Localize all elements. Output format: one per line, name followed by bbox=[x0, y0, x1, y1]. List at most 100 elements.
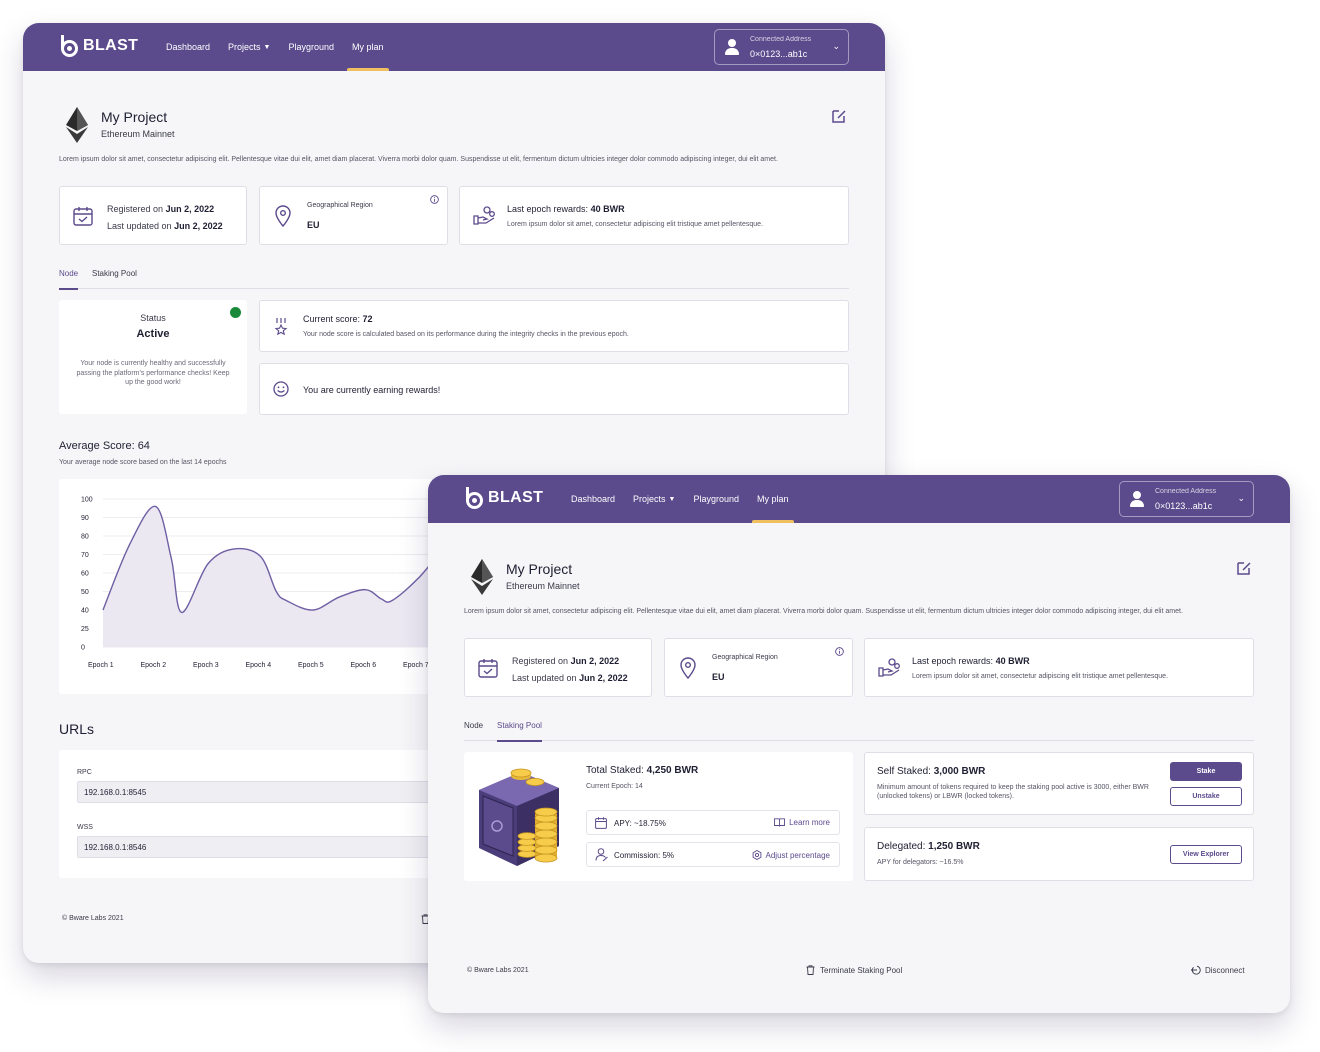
x-tick-label: Epoch 1 bbox=[88, 662, 114, 669]
nav-projects[interactable]: Projects ▼ bbox=[228, 23, 270, 71]
ethereum-icon bbox=[66, 107, 88, 143]
connected-address-label: Connected Address bbox=[1155, 488, 1217, 495]
nav-playground[interactable]: Playground bbox=[288, 23, 334, 71]
blast-logo-icon bbox=[464, 487, 484, 509]
nav-projects[interactable]: Projects ▼ bbox=[633, 475, 675, 523]
connected-address-dropdown[interactable]: Connected Address 0×0123...ab1c ⌄ bbox=[1119, 481, 1254, 517]
updated-label: Last updated on bbox=[512, 673, 577, 683]
total-staked-label: Total Staked: bbox=[586, 765, 644, 776]
chevron-down-icon: ⌄ bbox=[832, 41, 840, 51]
user-percent-icon bbox=[595, 848, 608, 862]
tab-bar: Node Staking Pool bbox=[464, 721, 1254, 742]
nav-my-plan[interactable]: My plan bbox=[752, 475, 793, 523]
learn-more-link[interactable]: Learn more bbox=[774, 818, 830, 827]
average-score-title: Average Score: 64 bbox=[59, 440, 150, 452]
nav-label: Playground bbox=[693, 494, 740, 504]
nav-my-plan[interactable]: My plan bbox=[347, 23, 388, 71]
adjust-percentage-link[interactable]: Adjust percentage bbox=[752, 850, 831, 860]
last-updated: Last updated on Jun 2, 2022 bbox=[107, 221, 223, 231]
smile-icon bbox=[273, 381, 289, 397]
total-staked-value: 4,250 BWR bbox=[646, 765, 699, 776]
tab-node[interactable]: Node bbox=[59, 269, 79, 290]
book-icon bbox=[774, 818, 786, 827]
logo-text: BLAST bbox=[488, 489, 544, 506]
wss-label: WSS bbox=[77, 824, 93, 831]
earning-text: You are currently earning rewards! bbox=[303, 385, 441, 395]
rewards-card: Last epoch rewards: 40 BWR Lorem ipsum d… bbox=[864, 638, 1254, 697]
map-pin-icon bbox=[680, 657, 696, 679]
calendar-icon bbox=[73, 207, 93, 226]
self-staked-card: Self Staked: 3,000 BWR Minimum amount of… bbox=[864, 752, 1254, 815]
edit-icon[interactable] bbox=[1236, 560, 1252, 576]
x-tick-label: Epoch 4 bbox=[246, 662, 272, 669]
self-staked-value: 3,000 BWR bbox=[933, 766, 986, 777]
y-tick-label: 40 bbox=[81, 608, 89, 615]
registration-card: Registered on Jun 2, 2022 Last updated o… bbox=[59, 186, 247, 245]
hand-coins-icon bbox=[473, 206, 495, 225]
current-score: Current score: 72 bbox=[303, 314, 373, 324]
urls-title: URLs bbox=[59, 721, 95, 737]
stake-button[interactable]: Stake bbox=[1170, 762, 1242, 781]
footer-copyright: © Bware Labs 2021 bbox=[62, 915, 124, 922]
status-card: Status Active Your node is currently hea… bbox=[59, 300, 247, 414]
self-staked: Self Staked: 3,000 BWR bbox=[877, 766, 985, 777]
logo[interactable]: BLAST bbox=[59, 35, 138, 57]
score-label: Current score: bbox=[303, 314, 361, 324]
info-icon[interactable] bbox=[430, 195, 439, 204]
registered-label: Registered on bbox=[107, 204, 164, 214]
rpc-url-field[interactable]: 192.168.0.1:8545 bbox=[77, 781, 477, 803]
user-icon bbox=[1130, 491, 1144, 507]
y-tick-label: 60 bbox=[81, 571, 89, 578]
registered-date: Jun 2, 2022 bbox=[570, 656, 620, 666]
rewards-title: Last epoch rewards: 40 BWR bbox=[507, 204, 625, 214]
nav-dashboard[interactable]: Dashboard bbox=[166, 23, 210, 71]
terminate-staking-pool-button[interactable]: Terminate Staking Pool bbox=[806, 965, 902, 975]
score-card: Current score: 72 Your node score is cal… bbox=[259, 300, 849, 352]
navbar: BLAST Dashboard Projects ▼ Playground My … bbox=[428, 475, 1290, 523]
y-tick-label: 70 bbox=[81, 552, 89, 559]
adjust-percentage-label: Adjust percentage bbox=[765, 850, 831, 860]
region-label: Geographical Region bbox=[307, 202, 373, 209]
project-description: Lorem ipsum dolor sit amet, consectetur … bbox=[59, 156, 778, 163]
footer-copyright: © Bware Labs 2021 bbox=[467, 967, 529, 974]
score-value: 72 bbox=[362, 314, 373, 324]
medal-icon bbox=[274, 318, 288, 335]
commission-row: Commission: 5% Adjust percentage bbox=[586, 842, 840, 867]
terminate-label: Terminate Staking Pool bbox=[820, 965, 903, 975]
logo[interactable]: BLAST bbox=[464, 487, 543, 509]
tab-staking-pool[interactable]: Staking Pool bbox=[92, 269, 137, 289]
unstake-button[interactable]: Unstake bbox=[1170, 787, 1242, 806]
project-description: Lorem ipsum dolor sit amet, consectetur … bbox=[464, 608, 1183, 615]
region-value: EU bbox=[712, 672, 725, 682]
delegated: Delegated: 1,250 BWR bbox=[877, 841, 980, 852]
logout-icon bbox=[1191, 965, 1201, 975]
region-value: EU bbox=[307, 220, 320, 230]
main-nav: Dashboard Projects ▼ Playground My plan bbox=[571, 475, 793, 523]
delegated-description: APY for delegators: ~16.5% bbox=[877, 859, 964, 866]
blast-logo-icon bbox=[59, 35, 79, 57]
total-staked-card: Total Staked: 4,250 BWR Current Epoch: 1… bbox=[464, 752, 853, 881]
info-icon[interactable] bbox=[835, 647, 844, 656]
tab-node[interactable]: Node bbox=[464, 721, 483, 741]
wss-url-field[interactable]: 192.168.0.1:8546 bbox=[77, 836, 477, 858]
view-explorer-button[interactable]: View Explorer bbox=[1170, 845, 1242, 864]
disconnect-button[interactable]: Disconnect bbox=[1191, 965, 1245, 975]
hand-coins-icon bbox=[878, 658, 900, 677]
tab-staking-pool[interactable]: Staking Pool bbox=[497, 721, 542, 742]
connected-address-dropdown[interactable]: Connected Address 0×0123...ab1c ⌄ bbox=[714, 29, 849, 65]
edit-icon[interactable] bbox=[831, 108, 847, 124]
rewards-description: Lorem ipsum dolor sit amet, consectetur … bbox=[507, 221, 764, 228]
connected-address-value: 0×0123...ab1c bbox=[1155, 501, 1213, 511]
nav-playground[interactable]: Playground bbox=[693, 475, 739, 523]
chevron-down-icon: ⌄ bbox=[1237, 493, 1245, 503]
project-title: My Project bbox=[506, 561, 573, 577]
logo-text: BLAST bbox=[83, 37, 139, 54]
disconnect-label: Disconnect bbox=[1205, 965, 1245, 975]
nav-dashboard[interactable]: Dashboard bbox=[571, 475, 615, 523]
updated-label: Last updated on bbox=[107, 221, 172, 231]
y-tick-label: 0 bbox=[81, 645, 85, 652]
project-title: My Project bbox=[101, 109, 168, 125]
vault-coins-illustration bbox=[479, 768, 559, 866]
earning-card: You are currently earning rewards! bbox=[259, 363, 849, 415]
trash-icon bbox=[806, 965, 815, 975]
